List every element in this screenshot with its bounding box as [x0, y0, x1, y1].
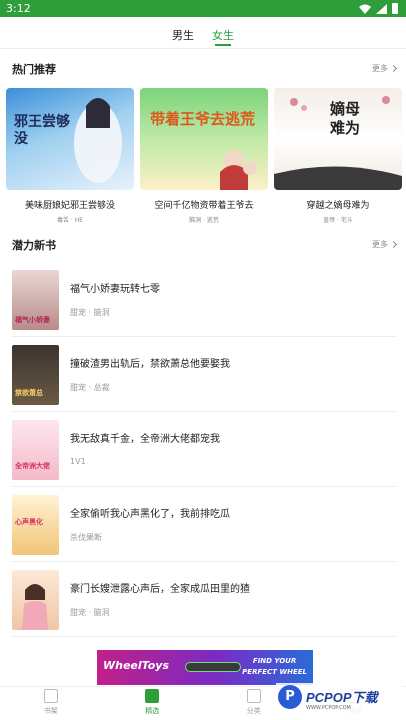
book-tags: 甜宠 · 总裁 [70, 383, 110, 392]
hot-book-title: 空间千亿物资带着王爷去 [154, 201, 254, 211]
hot-book-meta: 毒舌 · HE [56, 217, 84, 224]
cover-title-art: 心声黑化 [15, 517, 43, 526]
chevron-right-icon [389, 64, 398, 73]
pcpop-watermark: P PCPOP下载 WWW.PCPOP.COM [276, 683, 402, 717]
book-cover: 全帝洲大佬 [12, 420, 59, 480]
ad-brand: WheelToys [103, 659, 170, 672]
tab-female[interactable]: 女生 [212, 17, 234, 48]
cover-art-figure [220, 150, 257, 190]
status-time: 3:12 [6, 2, 31, 15]
watermark-sub: WWW.PCPOP.COM [306, 705, 351, 711]
book-cover: 嫡母难为 [274, 88, 402, 190]
tab-label: 精选 [145, 707, 160, 715]
pcpop-logo-icon: P [278, 685, 302, 709]
book-title: 全家偷听我心声黑化了，我前排吃瓜 [70, 509, 230, 520]
cover-title-art: 禁欲萧总 [15, 388, 43, 397]
list-item[interactable]: 福气小娇妻 福气小娇妻玩转七零 甜宠 · 脑洞 [12, 262, 396, 337]
hot-book-title: 美味厨娘妃邪王尝够没 [24, 201, 115, 211]
list-item[interactable]: 豪门长嫂泄露心声后，全家成瓜田里的猹 甜宠 · 脑洞 [12, 562, 396, 637]
book-cover: 福气小娇妻 [12, 270, 59, 330]
hot-section-header: 热门推荐 更多 [12, 61, 398, 81]
hot-more-link[interactable]: 更多 [372, 63, 398, 74]
featured-icon [145, 689, 160, 703]
category-icon [246, 689, 261, 703]
book-cover: 邪王尝够没 [6, 88, 134, 190]
ad-banner[interactable]: WheelToys FIND YOUR PERFECT WHEEL [97, 650, 313, 685]
hot-book-card[interactable]: 带着王爷去逃荒 空间千亿物资带着王爷去 脑洞 · 逃荒 [140, 88, 268, 224]
book-cover [12, 570, 59, 630]
tab-male[interactable]: 男生 [172, 17, 194, 48]
potential-more-label: 更多 [372, 240, 388, 249]
book-tags: 甜宠 · 脑洞 [70, 308, 110, 317]
ad-tagline-line2: PERFECT WHEEL [242, 668, 307, 676]
hot-book-meta: 脑洞 · 逃荒 [189, 217, 219, 224]
cover-title-art: 福气小娇妻 [15, 315, 50, 324]
tab-featured[interactable]: 精选 [102, 687, 204, 720]
book-cover: 带着王爷去逃荒 [140, 88, 268, 190]
tab-bookshelf[interactable]: 书架 [0, 687, 102, 720]
tab-label: 书架 [43, 707, 58, 715]
cover-title-art: 带着王爷去逃荒 [150, 110, 256, 128]
system-icons [359, 3, 398, 14]
hot-book-card[interactable]: 邪王尝够没 美味厨娘妃邪王尝够没 毒舌 · HE [6, 88, 134, 224]
status-bar: 3:12 [0, 0, 406, 17]
gender-tabs: 男生 女生 [0, 17, 406, 49]
hot-book-card[interactable]: 嫡母难为 穿越之嫡母难为 皇帝 · 宅斗 [274, 88, 402, 224]
ad-tagline: FIND YOUR PERFECT WHEEL [242, 656, 307, 678]
list-item[interactable]: 全帝洲大佬 我无敌真千金，全帝洲大佬都宠我 1V1 [12, 412, 396, 487]
book-tags: 杀伐果断 [70, 533, 102, 542]
signal-icon [376, 3, 387, 14]
chevron-right-icon [389, 240, 398, 249]
wifi-icon [359, 4, 371, 14]
cover-title-art: 邪王尝够没 [14, 114, 70, 147]
bookshelf-icon [43, 689, 58, 703]
hot-section-title: 热门推荐 [12, 63, 56, 76]
book-tags: 甜宠 · 脑洞 [70, 608, 110, 617]
cover-title-art: 全帝洲大佬 [15, 461, 50, 470]
book-tags: 1V1 [70, 457, 86, 466]
list-item[interactable]: 禁欲萧总 撞破渣男出轨后，禁欲萧总他要娶我 甜宠 · 总裁 [12, 337, 396, 412]
book-title: 福气小娇妻玩转七零 [70, 284, 160, 295]
cover-art-figure [22, 584, 48, 630]
battery-icon [392, 3, 398, 14]
hot-more-label: 更多 [372, 64, 388, 73]
cover-title-art: 嫡母难为 [330, 100, 361, 137]
list-item[interactable]: 心声黑化 全家偷听我心声黑化了，我前排吃瓜 杀伐果断 [12, 487, 396, 562]
book-cover: 心声黑化 [12, 495, 59, 555]
hot-book-meta: 皇帝 · 宅斗 [323, 217, 353, 224]
book-title: 撞破渣男出轨后，禁欲萧总他要娶我 [70, 359, 230, 370]
hoverboard-image [185, 662, 241, 672]
ad-tagline-line1: FIND YOUR [252, 657, 297, 665]
watermark-text: PCPOP下载 [306, 690, 378, 705]
potential-more-link[interactable]: 更多 [372, 239, 398, 250]
book-cover: 禁欲萧总 [12, 345, 59, 405]
potential-section-title: 潜力新书 [12, 239, 56, 252]
book-title: 豪门长嫂泄露心声后，全家成瓜田里的猹 [70, 584, 250, 595]
hot-book-title: 穿越之嫡母难为 [306, 201, 370, 211]
potential-section-header: 潜力新书 更多 [12, 237, 398, 257]
book-title: 我无敌真千金，全帝洲大佬都宠我 [70, 434, 220, 445]
potential-book-list: 福气小娇妻 福气小娇妻玩转七零 甜宠 · 脑洞 禁欲萧总 撞破渣男出轨后，禁欲萧… [12, 262, 396, 637]
hot-book-row: 邪王尝够没 美味厨娘妃邪王尝够没 毒舌 · HE 带着王爷去逃荒 空间千亿物资带… [6, 88, 402, 224]
main-content: 热门推荐 更多 邪王尝够没 美味厨娘妃邪王尝够没 毒舌 · HE 带着王爷去逃荒… [0, 50, 406, 650]
